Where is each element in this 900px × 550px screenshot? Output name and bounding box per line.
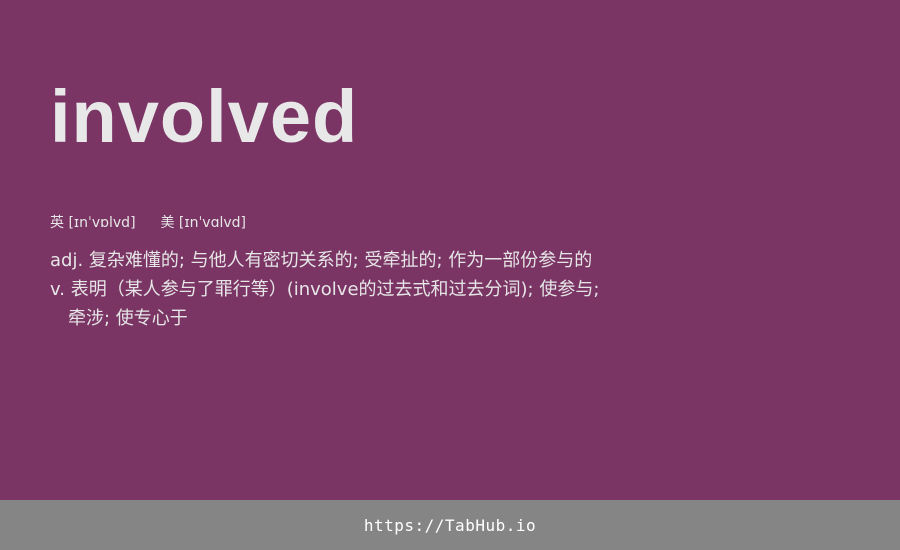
tabhub-link[interactable]: https://TabHub.io (364, 516, 536, 535)
uk-label: 英 (50, 215, 64, 231)
us-label: 美 (160, 215, 175, 231)
footer-bar: https://TabHub.io (0, 500, 900, 550)
us-ipa: [ɪnˈvɑlvd] (178, 215, 246, 231)
definition-verb-continued: 牵涉; 使专心于 (68, 308, 188, 329)
definitions: adj. 复杂难懂的; 与他人有密切关系的; 受牵扯的; 作为一部份参与的 v.… (50, 246, 670, 333)
uk-ipa: [ɪnˈvɒlvd] (68, 215, 136, 231)
definition-verb: v. 表明（某人参与了罪行等）(involve的过去式和过去分词); 使参与; (50, 279, 600, 300)
word-card: involved 英 [ɪnˈvɒlvd] 美 [ɪnˈvɑlvd] adj. … (0, 0, 900, 500)
headword: involved (50, 75, 359, 158)
pronunciation-row: 英 [ɪnˈvɒlvd] 美 [ɪnˈvɑlvd] (50, 213, 246, 233)
definition-adj: adj. 复杂难懂的; 与他人有密切关系的; 受牵扯的; 作为一部份参与的 (50, 250, 593, 271)
